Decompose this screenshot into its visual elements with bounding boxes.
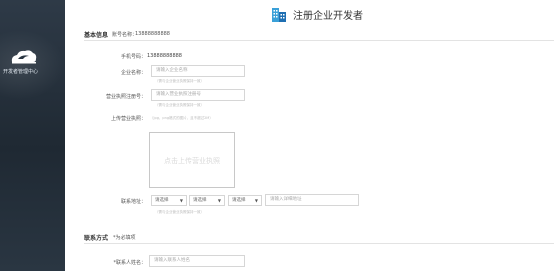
contact-title: 联系方式 bbox=[84, 235, 109, 242]
company-hint: （需与企业营业执照保持一致） bbox=[155, 79, 204, 83]
contact-name-label: *联系人姓名： bbox=[113, 260, 146, 266]
license-label: 营业执照注册号： bbox=[105, 94, 146, 100]
phone-value: 13888888888 bbox=[147, 53, 182, 59]
district-select[interactable]: 请选择 ▼ bbox=[228, 195, 262, 206]
province-select-value: 请选择 bbox=[155, 198, 169, 203]
city-select[interactable]: 请选择 ▼ bbox=[189, 195, 225, 206]
account-value: 13888888888 bbox=[135, 31, 170, 37]
basic-info-title: 基本信息 bbox=[84, 32, 109, 39]
upload-tip: （jpg、png格式的图片，且不超过2M） bbox=[150, 116, 213, 120]
cloud-bird-icon bbox=[11, 50, 37, 64]
phone-label: 手机号码： bbox=[120, 54, 146, 60]
upload-box-text: 点击上传营业执照 bbox=[164, 157, 220, 165]
basic-info-divider bbox=[84, 40, 554, 41]
address-label: 联系地址： bbox=[120, 199, 146, 205]
upload-label: 上传营业执照： bbox=[110, 116, 146, 122]
contact-divider bbox=[84, 243, 554, 244]
address-detail-input[interactable]: 请输入详细地址 bbox=[265, 194, 359, 206]
license-hint: （需与企业营业执照保持一致） bbox=[155, 103, 204, 107]
required-note: *为必填项 bbox=[113, 235, 136, 241]
chevron-down-icon: ▼ bbox=[254, 198, 258, 203]
city-select-value: 请选择 bbox=[193, 198, 207, 203]
province-select[interactable]: 请选择 ▼ bbox=[151, 195, 187, 206]
sidebar: 开发者管理中心 bbox=[0, 0, 65, 271]
building-icon bbox=[272, 8, 286, 22]
district-select-value: 请选择 bbox=[232, 198, 246, 203]
contact-name-input[interactable]: 请输入联系人姓名 bbox=[149, 255, 245, 267]
page-title: 注册企业开发者 bbox=[293, 11, 363, 22]
chevron-down-icon: ▼ bbox=[179, 198, 183, 203]
address-hint: （需与企业营业执照保持一致） bbox=[155, 210, 204, 214]
sidebar-title[interactable]: 开发者管理中心 bbox=[3, 68, 63, 75]
account-label: 账号名称： bbox=[112, 32, 138, 38]
chevron-down-icon: ▼ bbox=[217, 198, 221, 203]
license-number-input[interactable]: 请输入营业执照注册号 bbox=[151, 89, 245, 101]
license-upload-button[interactable]: 点击上传营业执照 bbox=[149, 132, 235, 188]
company-name-input[interactable]: 请输入企业名称 bbox=[151, 65, 245, 77]
company-label: 企业名称： bbox=[120, 70, 146, 76]
